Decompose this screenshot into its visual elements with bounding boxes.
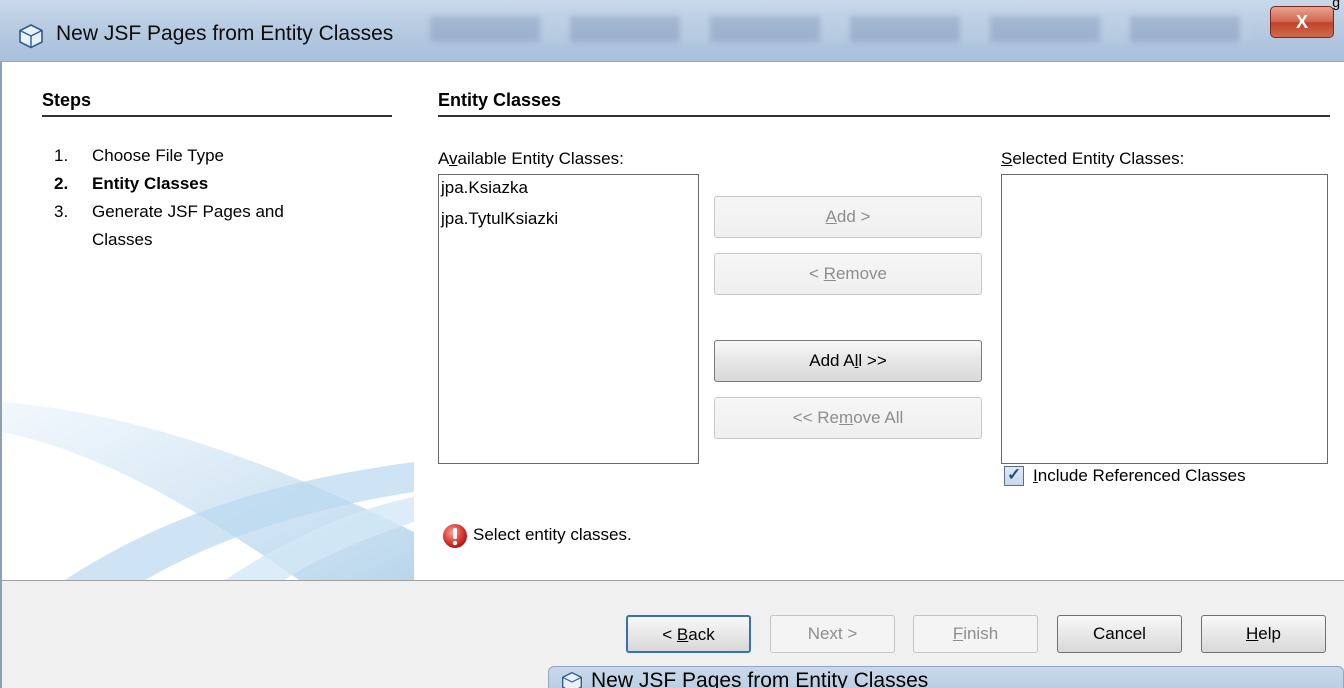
- step-label: Generate JSF Pages and: [92, 202, 284, 221]
- steps-heading: Steps: [42, 90, 392, 117]
- corner-text: g: [1332, 0, 1340, 10]
- checkmark-icon: ✓: [1007, 465, 1022, 484]
- add-button[interactable]: Add >: [714, 196, 982, 238]
- wizard-dialog: Steps 1. Choose File Type 2. Entity Classe…: [0, 62, 1344, 688]
- step-label: Entity Classes: [92, 174, 209, 193]
- list-item[interactable]: jpa.TytulKsiazki: [439, 206, 698, 237]
- close-button[interactable]: X: [1270, 6, 1334, 38]
- decorative-swoosh: [2, 402, 414, 580]
- available-entity-classes-list[interactable]: jpa.Ksiazka jpa.TytulKsiazki: [438, 174, 699, 464]
- step-label: Choose File Type: [92, 146, 224, 165]
- step-generate-jsf-continued: Classes: [54, 230, 152, 250]
- second-dialog-window[interactable]: New JSF Pages from Entity Classes: [548, 666, 1344, 688]
- include-referenced-classes-label[interactable]: Include Referenced Classes: [1033, 466, 1246, 486]
- close-icon: X: [1295, 12, 1308, 32]
- next-button[interactable]: Next >: [770, 615, 895, 653]
- remove-button[interactable]: < Remove: [714, 253, 982, 295]
- finish-button[interactable]: Finish: [913, 615, 1038, 653]
- list-item[interactable]: jpa.Ksiazka: [439, 175, 698, 206]
- cancel-button[interactable]: Cancel: [1057, 615, 1182, 653]
- step-entity-classes: 2. Entity Classes: [54, 174, 208, 194]
- error-icon: [443, 524, 467, 548]
- error-message: Select entity classes.: [473, 525, 632, 544]
- step-number: 3.: [54, 202, 69, 221]
- add-all-button[interactable]: Add All >>: [714, 340, 982, 382]
- back-button[interactable]: < Back: [626, 615, 751, 653]
- include-referenced-classes-checkbox[interactable]: ✓: [1004, 465, 1024, 486]
- entity-classes-heading: Entity Classes: [438, 90, 1330, 117]
- step-number: 1.: [54, 146, 69, 165]
- remove-all-button[interactable]: << Remove All: [714, 397, 982, 439]
- window-title: New JSF Pages from Entity Classes: [56, 22, 394, 45]
- selected-entity-classes-label: Selected Entity Classes:: [1001, 149, 1185, 168]
- blurred-background-tabs: [430, 16, 1250, 42]
- step-number: 2.: [54, 174, 69, 193]
- netbeans-cube-icon: [19, 24, 43, 49]
- title-bar[interactable]: New JSF Pages from Entity Classes X g: [0, 0, 1344, 62]
- netbeans-cube-icon: [562, 671, 582, 688]
- steps-panel: Steps 1. Choose File Type 2. Entity Classe…: [2, 62, 414, 580]
- help-button[interactable]: Help: [1201, 615, 1326, 653]
- step-label: Classes: [92, 230, 153, 249]
- second-window-title: New JSF Pages from Entity Classes: [591, 669, 929, 688]
- step-choose-file-type: 1. Choose File Type: [54, 146, 224, 166]
- available-entity-classes-label: Available Entity Classes:: [438, 149, 624, 168]
- selected-entity-classes-list[interactable]: [1001, 174, 1328, 464]
- step-generate-jsf: 3. Generate JSF Pages and: [54, 202, 284, 222]
